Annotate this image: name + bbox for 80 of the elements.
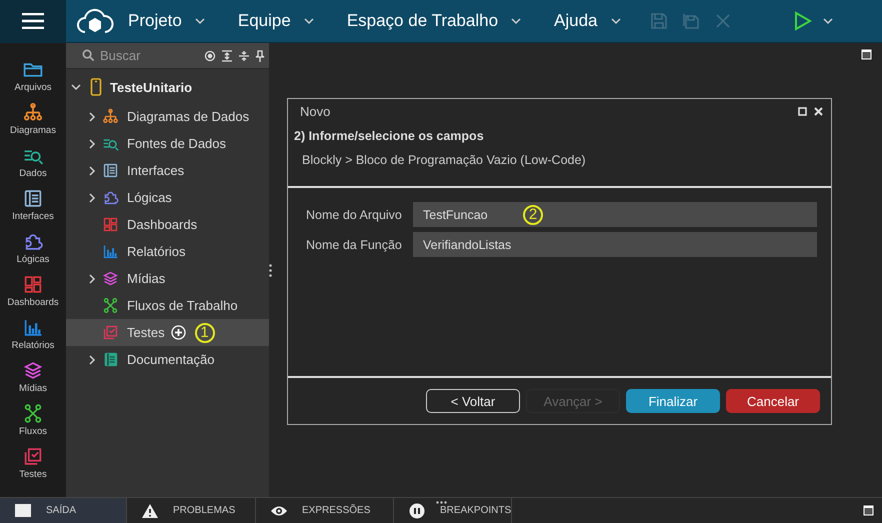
back-button[interactable]: < Voltar (426, 389, 520, 413)
dashboard-icon (102, 216, 119, 233)
tree-item[interactable]: Dashboards (66, 211, 269, 238)
puzzle-icon (102, 189, 119, 206)
tree-item[interactable]: Relatórios (66, 238, 269, 265)
cancel-button[interactable]: Cancelar (726, 389, 820, 413)
drag-handle-icon[interactable] (269, 264, 272, 276)
rail-label[interactable]: Fluxos (19, 426, 47, 437)
breadcrumb: Blockly > Bloco de Programação Vazio (Low-Code) (288, 143, 831, 188)
finish-button[interactable]: Finalizar (626, 389, 720, 413)
rail-label[interactable]: Dashboards (7, 297, 59, 308)
tree-item[interactable]: Fluxos de Trabalho (66, 292, 269, 319)
chevron-icon (87, 272, 97, 284)
rail-label[interactable]: Interfaces (12, 211, 54, 222)
input-field[interactable]: TestFuncao 2 (413, 202, 817, 227)
search-icon (82, 49, 95, 62)
tree-item[interactable]: Lógicas (66, 184, 269, 211)
phone-icon (90, 78, 102, 96)
step-heading: 2) Informe/selecione os campos (293, 128, 485, 143)
callout-number: 2 (523, 204, 543, 224)
checklist-icon (22, 446, 44, 467)
rail-label[interactable]: Dados (19, 168, 47, 179)
target-icon[interactable] (204, 50, 216, 62)
hierarchy-icon (22, 102, 44, 123)
chevron-icon (87, 138, 97, 150)
chevron-icon (87, 354, 97, 366)
rail-label[interactable]: Relatórios (12, 340, 54, 351)
bar-chart-icon (22, 317, 44, 338)
expand-all-icon[interactable] (221, 50, 233, 62)
panel-tab[interactable]: PROBLEMAS (127, 498, 256, 523)
flow-icon (102, 297, 119, 314)
monitor-icon (14, 502, 32, 518)
field-label: Nome do Arquivo (306, 208, 403, 222)
add-icon[interactable] (170, 325, 186, 340)
tree-item[interactable]: Documentação (66, 346, 269, 373)
tree-item[interactable]: Fontes de Dados (66, 130, 269, 157)
dialog-title: Novo (300, 104, 332, 118)
menu-item[interactable]: Projeto (128, 11, 206, 31)
pin-icon[interactable] (255, 50, 265, 62)
collapse-all-icon[interactable] (238, 50, 250, 62)
input-field[interactable]: VerifiandoListas (413, 232, 817, 257)
chevron-icon (87, 110, 97, 122)
maximize-icon[interactable] (863, 505, 874, 516)
menu-item[interactable]: Espaço de Trabalho (346, 11, 522, 31)
book-icon (102, 351, 119, 368)
tree-item[interactable]: TesteUnitario (66, 71, 269, 103)
rail-label[interactable]: Diagramas (10, 125, 56, 136)
tree-item[interactable]: Testes 1 (66, 319, 269, 346)
play-icon[interactable] (794, 11, 812, 31)
drag-handle-icon[interactable] (436, 501, 447, 504)
pause-icon (408, 502, 426, 518)
chevron-icon (87, 164, 97, 176)
menu-item[interactable]: Ajuda (554, 11, 622, 31)
field-label: Nome da Função (306, 238, 403, 252)
panel-tab[interactable]: EXPRESSÕES (256, 498, 394, 523)
hierarchy-icon (102, 108, 119, 125)
rail-label[interactable]: Testes (19, 469, 47, 480)
rail-label[interactable]: Lógicas (16, 254, 50, 265)
tree-item[interactable]: Diagramas de Dados (66, 103, 269, 130)
rail-label[interactable]: Arquivos (14, 82, 52, 93)
warning-icon (141, 502, 159, 518)
panel-tab[interactable]: BREAKPOINTS (394, 498, 512, 523)
maximize-icon[interactable] (798, 106, 807, 116)
panel-tab[interactable]: SAÍDA (0, 498, 127, 523)
tree-item[interactable]: Interfaces (66, 157, 269, 184)
checklist-icon (102, 324, 119, 341)
menu-item[interactable]: Equipe (238, 11, 315, 31)
layers-icon (102, 270, 119, 287)
window-icon (102, 162, 119, 179)
rail-label[interactable]: Mídias (19, 383, 47, 394)
layers-icon (22, 360, 44, 381)
maximize-icon[interactable] (861, 49, 872, 60)
tree-item[interactable]: Mídias (66, 265, 269, 292)
close-icon[interactable] (814, 106, 823, 116)
cloud-box-icon (76, 7, 114, 35)
menu-icon[interactable] (0, 0, 66, 42)
chevron-icon (87, 192, 97, 204)
callout-number: 1 (194, 322, 215, 342)
bar-chart-icon (102, 243, 119, 260)
window-icon (22, 188, 44, 209)
